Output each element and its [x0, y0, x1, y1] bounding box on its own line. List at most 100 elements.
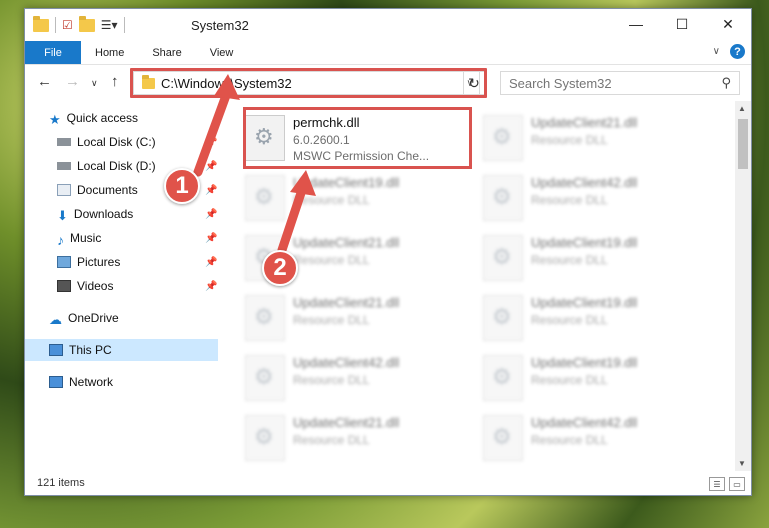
- forward-arrow-icon[interactable]: →: [65, 73, 80, 90]
- file-name: UpdateClient42.dll: [531, 175, 638, 190]
- up-arrow-icon[interactable]: ↑: [111, 73, 119, 90]
- dll-file-icon: [483, 235, 523, 281]
- pin-icon[interactable]: 📌: [205, 137, 217, 148]
- dll-file-icon: [483, 295, 523, 341]
- vertical-scrollbar[interactable]: ▲ ▼: [735, 101, 751, 471]
- file-type: Resource DLL: [293, 313, 370, 327]
- search-input[interactable]: [509, 75, 699, 91]
- pin-icon[interactable]: 📌: [205, 161, 217, 172]
- scroll-down-icon[interactable]: ▼: [738, 459, 746, 468]
- window-title: System32: [191, 18, 249, 33]
- download-icon: ⬇: [57, 208, 68, 223]
- file-type: Resource DLL: [293, 253, 370, 267]
- nav-label: Network: [69, 375, 114, 389]
- nav-videos[interactable]: Videos 📌: [25, 275, 218, 297]
- large-icons-view-icon[interactable]: ▭: [729, 477, 745, 491]
- pin-icon[interactable]: 📌: [205, 257, 217, 268]
- tab-home[interactable]: Home: [81, 41, 138, 64]
- file-item[interactable]: UpdateClient19.dll Resource DLL: [483, 229, 703, 287]
- file-item[interactable]: UpdateClient19.dll Resource DLL: [245, 169, 465, 227]
- dll-file-icon: [245, 415, 285, 461]
- search-icon: ⚲: [721, 75, 731, 90]
- file-name: UpdateClient21.dll: [293, 415, 400, 430]
- title-bar: ☑ ☰▾ System32 — ☐ ✕: [25, 9, 751, 41]
- pictures-icon: [57, 256, 71, 268]
- properties-icon[interactable]: ☑: [62, 18, 73, 32]
- ribbon-expand-icon[interactable]: ∨: [713, 46, 720, 57]
- file-type: Resource DLL: [293, 193, 370, 207]
- nav-label: Music: [70, 231, 102, 245]
- file-type: Resource DLL: [531, 373, 608, 387]
- file-item[interactable]: UpdateClient42.dll Resource DLL: [245, 349, 465, 407]
- pin-icon[interactable]: 📌: [205, 233, 217, 244]
- pin-icon[interactable]: 📌: [205, 281, 217, 292]
- nav-pictures[interactable]: Pictures 📌: [25, 251, 218, 273]
- minimize-button[interactable]: —: [613, 9, 659, 39]
- file-item[interactable]: UpdateClient42.dll Resource DLL: [483, 169, 703, 227]
- nav-onedrive[interactable]: ☁ OneDrive: [25, 307, 218, 329]
- nav-label: OneDrive: [68, 311, 119, 325]
- back-arrow-icon[interactable]: ←: [37, 73, 52, 90]
- file-explorer-window: ☑ ☰▾ System32 — ☐ ✕ File Home Share View…: [24, 8, 752, 496]
- drive-icon: [57, 138, 71, 146]
- nav-this-pc[interactable]: This PC: [25, 339, 218, 361]
- file-name: UpdateClient19.dll: [531, 235, 638, 250]
- file-item[interactable]: UpdateClient21.dll Resource DLL: [483, 109, 703, 167]
- dll-file-icon: [483, 175, 523, 221]
- status-bar: 121 items: [25, 471, 751, 495]
- pin-icon[interactable]: 📌: [205, 185, 217, 196]
- file-name: UpdateClient21.dll: [293, 235, 400, 250]
- recent-locations-icon[interactable]: ∨: [91, 78, 98, 89]
- help-icon[interactable]: ?: [730, 44, 745, 59]
- file-name: UpdateClient21.dll: [293, 295, 400, 310]
- tab-file[interactable]: File: [25, 41, 81, 64]
- nav-downloads[interactable]: ⬇ Downloads 📌: [25, 203, 218, 225]
- file-item[interactable]: UpdateClient21.dll Resource DLL: [245, 289, 465, 347]
- separator: [123, 17, 125, 33]
- nav-music[interactable]: ♪ Music 📌: [25, 227, 218, 249]
- folder-icon: [33, 15, 49, 32]
- file-name: UpdateClient19.dll: [531, 295, 638, 310]
- file-item[interactable]: UpdateClient42.dll Resource DLL: [483, 409, 703, 467]
- details-view-icon[interactable]: ☰: [709, 477, 725, 491]
- scrollbar-thumb[interactable]: [738, 119, 748, 169]
- documents-icon: [57, 184, 71, 196]
- file-type: Resource DLL: [531, 133, 608, 147]
- nav-quick-access[interactable]: ★ Quick access: [25, 107, 218, 129]
- customize-icon[interactable]: ☰▾: [101, 18, 118, 32]
- nav-label: Pictures: [77, 255, 121, 269]
- file-name: UpdateClient19.dll: [531, 355, 638, 370]
- star-icon: ★: [49, 112, 61, 127]
- address-highlight-box: [130, 68, 487, 98]
- pin-icon[interactable]: 📌: [205, 209, 217, 220]
- file-type: Resource DLL: [531, 193, 608, 207]
- nav-label: Local Disk (C:): [77, 135, 156, 149]
- close-button[interactable]: ✕: [705, 9, 751, 39]
- ribbon-tabs: File Home Share View ∨ ?: [25, 41, 751, 65]
- computer-icon: [49, 344, 63, 356]
- nav-network[interactable]: Network: [25, 371, 218, 393]
- dll-file-icon: [245, 355, 285, 401]
- quick-access-toolbar: ☑ ☰▾: [33, 15, 125, 33]
- file-name: UpdateClient42.dll: [293, 355, 400, 370]
- search-box[interactable]: ⚲: [500, 71, 740, 95]
- file-item[interactable]: UpdateClient21.dll Resource DLL: [245, 409, 465, 467]
- step-badge-2: 2: [262, 250, 298, 286]
- file-type: Resource DLL: [531, 253, 608, 267]
- step-badge-1: 1: [164, 168, 200, 204]
- file-name: UpdateClient19.dll: [293, 175, 400, 190]
- file-type: Resource DLL: [531, 313, 608, 327]
- new-folder-icon[interactable]: [78, 15, 95, 32]
- tab-view[interactable]: View: [196, 41, 248, 64]
- dll-file-icon: [483, 115, 523, 161]
- file-type: Resource DLL: [531, 433, 608, 447]
- network-icon: [49, 376, 63, 388]
- tab-share[interactable]: Share: [138, 41, 195, 64]
- dll-file-icon: [245, 295, 285, 341]
- drive-icon: [57, 162, 71, 170]
- file-item[interactable]: UpdateClient19.dll Resource DLL: [483, 349, 703, 407]
- file-item[interactable]: UpdateClient19.dll Resource DLL: [483, 289, 703, 347]
- nav-local-disk-c[interactable]: Local Disk (C:) 📌: [25, 131, 218, 153]
- maximize-button[interactable]: ☐: [659, 9, 705, 39]
- scroll-up-icon[interactable]: ▲: [738, 104, 746, 113]
